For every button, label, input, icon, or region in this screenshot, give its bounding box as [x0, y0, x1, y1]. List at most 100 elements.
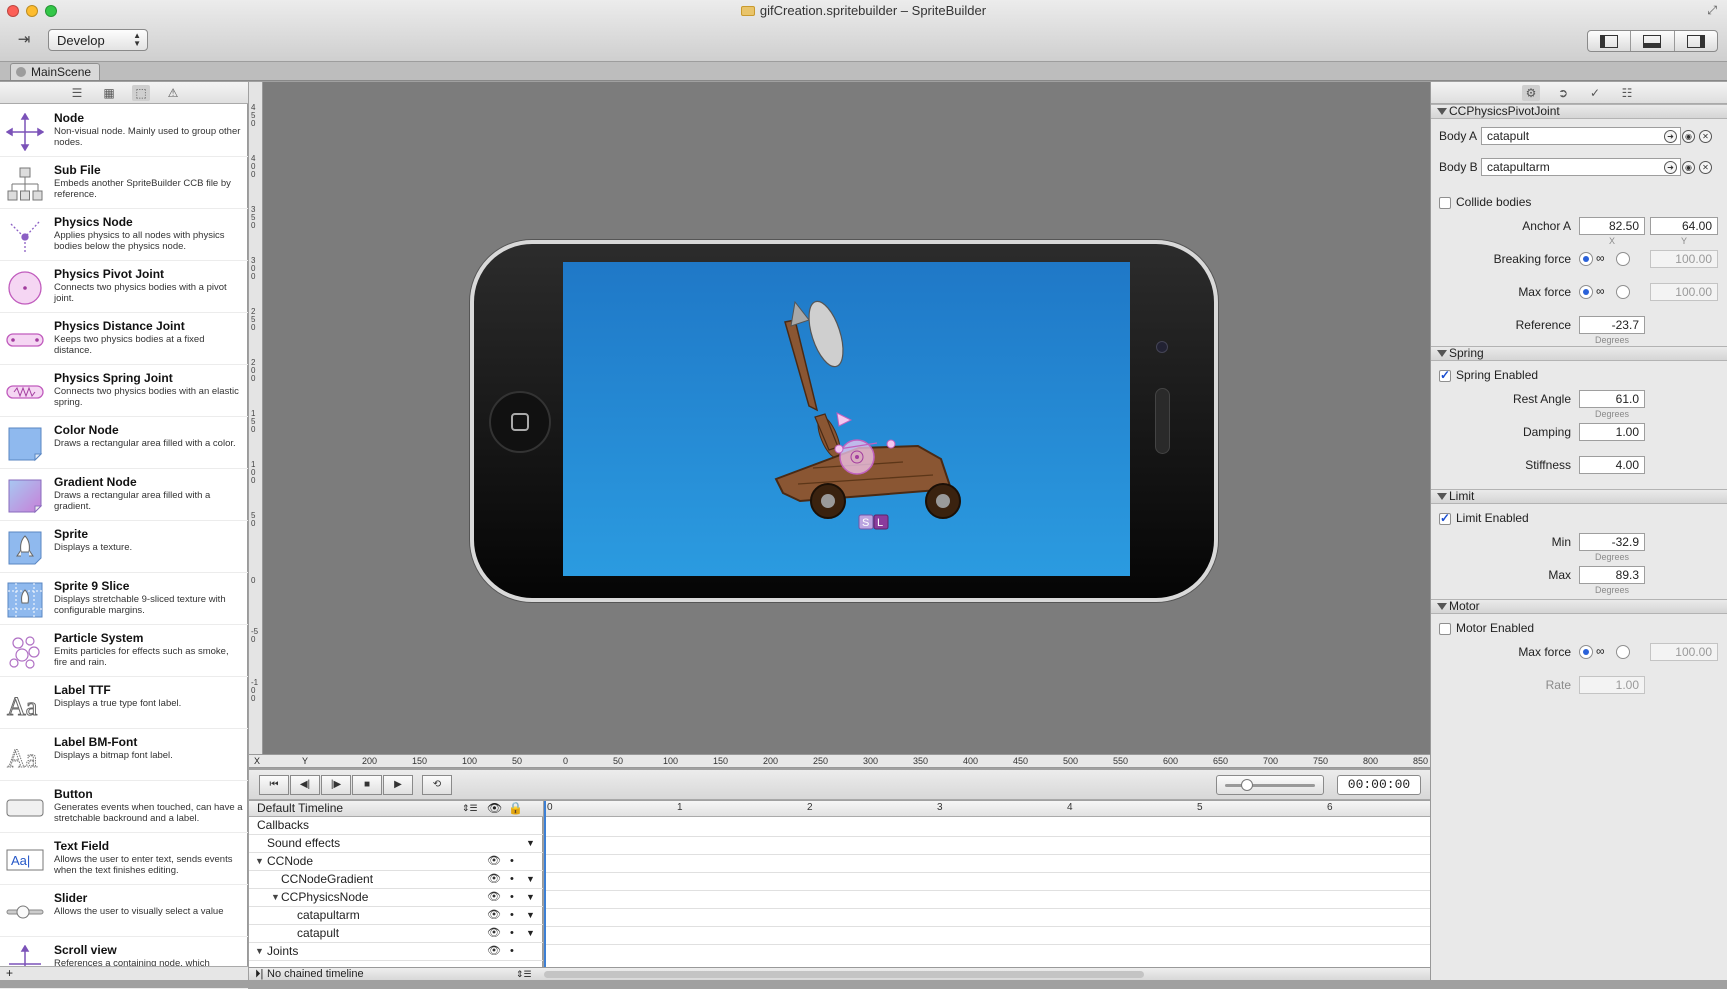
tab-resources[interactable]: ☰ — [68, 85, 86, 101]
clear-icon[interactable]: ✕ — [1699, 130, 1712, 143]
scene-sprites[interactable]: S L — [563, 262, 1130, 576]
play-button[interactable]: ▶ — [383, 775, 413, 795]
mode-select[interactable]: Develop ▲ ▼ — [48, 29, 148, 51]
lock-dot-icon[interactable]: • — [510, 889, 514, 906]
visibility-eye-icon[interactable]: 👁 — [487, 889, 501, 906]
dropdown-icon[interactable]: ▼ — [526, 907, 535, 924]
dropdown-icon[interactable]: ▼ — [526, 871, 535, 888]
exit-arrow-icon[interactable]: ⇥ — [8, 29, 40, 51]
library-item-node[interactable]: Node Non-visual node. Mainly used to gro… — [0, 105, 248, 157]
library-item-slider[interactable]: Slider Allows the user to visually selec… — [0, 885, 248, 937]
section-header-spring[interactable]: Spring — [1431, 346, 1727, 361]
joint-badges[interactable]: S L — [858, 514, 889, 530]
anchor-y-field[interactable]: 64.00 — [1650, 217, 1718, 235]
section-header-limit[interactable]: Limit — [1431, 489, 1727, 504]
disclosure-icon[interactable]: ▼ — [255, 853, 264, 870]
limit-min-field[interactable]: -32.9 — [1579, 533, 1645, 551]
library-item-label-ttf[interactable]: Aa Label TTF Displays a true type font l… — [0, 677, 248, 729]
section-header-pivot-joint[interactable]: CCPhysicsPivotJoint — [1431, 104, 1727, 119]
library-item-label-bmfont[interactable]: Aa Label BM-Font Displays a bitmap font … — [0, 729, 248, 781]
motor-rate-field[interactable]: 1.00 — [1579, 676, 1645, 694]
library-item-physics-pivot-joint[interactable]: Physics Pivot Joint Connects two physics… — [0, 261, 248, 313]
add-item-button[interactable]: + — [0, 966, 248, 980]
damping-field[interactable]: 1.00 — [1579, 423, 1645, 441]
library-item-sub-file[interactable]: Sub File Embeds another SpriteBuilder CC… — [0, 157, 248, 209]
go-arrow-icon[interactable]: ➜ — [1664, 161, 1677, 174]
timeline-row-callbacks[interactable]: Callbacks — [249, 817, 543, 835]
library-item-scroll-view[interactable]: Scroll view References a containing node… — [0, 937, 248, 989]
disclosure-icon[interactable]: ▼ — [255, 943, 264, 960]
playhead[interactable] — [544, 801, 546, 967]
visibility-eye-icon[interactable]: 👁 — [487, 853, 501, 870]
timeline-selector[interactable]: Default Timeline ⇕☰ 👁 🔒 — [249, 801, 543, 817]
tab-properties[interactable]: ⚙ — [1522, 85, 1540, 101]
maxforce-infinite-radio[interactable] — [1579, 285, 1593, 299]
clear-icon[interactable]: ✕ — [1699, 161, 1712, 174]
toggle-bottom-panel-button[interactable] — [1631, 31, 1675, 51]
visibility-eye-icon[interactable]: 👁 — [487, 907, 501, 924]
rest-angle-field[interactable]: 61.0 — [1579, 390, 1645, 408]
anchor-x-field[interactable]: 82.50 — [1579, 217, 1645, 235]
timeline-zoom-slider[interactable] — [1216, 775, 1324, 795]
library-item-color-node[interactable]: Color Node Draws a rectangular area fill… — [0, 417, 248, 469]
tab-warnings[interactable]: ⚠ — [164, 85, 182, 101]
breaking-value-radio[interactable] — [1616, 252, 1630, 266]
body-b-field[interactable]: catapultarm — [1481, 158, 1681, 176]
library-item-text-field[interactable]: Aa| Text Field Allows the user to enter … — [0, 833, 248, 885]
skip-to-start-button[interactable]: ⏮ — [259, 775, 289, 795]
library-item-physics-spring-joint[interactable]: Physics Spring Joint Connects two physic… — [0, 365, 248, 417]
timeline-row-joints[interactable]: ▼ Joints 👁 • — [249, 943, 543, 961]
motor-enabled-checkbox[interactable] — [1439, 623, 1451, 635]
body-a-field[interactable]: catapult — [1481, 127, 1681, 145]
step-forward-button[interactable]: |▶ — [321, 775, 351, 795]
stop-button[interactable]: ■ — [352, 775, 382, 795]
loop-button[interactable]: ⟲ — [422, 775, 452, 795]
lock-dot-icon[interactable]: • — [510, 925, 514, 942]
close-tab-icon[interactable] — [16, 67, 26, 77]
timeline-row-ccnodegradient[interactable]: CCNodeGradient 👁 • ▼ — [249, 871, 543, 889]
visibility-eye-icon[interactable]: 👁 — [487, 943, 501, 960]
time-display[interactable]: 00:00:00 — [1337, 775, 1421, 795]
timeline-row-ccnode[interactable]: ▼ CCNode 👁 • — [249, 853, 543, 871]
library-item-physics-distance-joint[interactable]: Physics Distance Joint Keeps two physics… — [0, 313, 248, 365]
library-item-sprite-9-slice[interactable]: Sprite 9 Slice Displays stretchable 9-sl… — [0, 573, 248, 625]
target-icon[interactable]: ◉ — [1682, 161, 1695, 174]
stiffness-field[interactable]: 4.00 — [1579, 456, 1645, 474]
visibility-eye-icon[interactable]: 👁 — [487, 925, 501, 942]
timeline-ruler[interactable]: 0 1 2 3 4 5 6 — [544, 801, 1430, 817]
tab-templates[interactable]: ☷ — [1618, 85, 1636, 101]
maxforce-value-radio[interactable] — [1616, 285, 1630, 299]
tab-mainscene[interactable]: MainScene — [10, 63, 101, 80]
reference-field[interactable]: -23.7 — [1579, 316, 1645, 334]
library-item-gradient-node[interactable]: Gradient Node Draws a rectangular area f… — [0, 469, 248, 521]
chained-timeline-select[interactable]: No chained timeline — [267, 968, 364, 980]
lock-dot-icon[interactable]: • — [510, 871, 514, 888]
library-item-physics-node[interactable]: Physics Node Applies physics to all node… — [0, 209, 248, 261]
tab-code-connections[interactable]: ➲ — [1554, 85, 1572, 101]
timeline-row-catapult[interactable]: catapult 👁 • ▼ — [249, 925, 543, 943]
timeline-row-catapultarm[interactable]: catapultarm 👁 • ▼ — [249, 907, 543, 925]
dropdown-icon[interactable]: ▼ — [526, 925, 535, 942]
timeline-row-sound-effects[interactable]: Sound effects ▼ — [249, 835, 543, 853]
dropdown-icon[interactable]: ▼ — [526, 889, 535, 906]
breaking-infinite-radio[interactable] — [1579, 252, 1593, 266]
timeline-tracks[interactable]: 0 1 2 3 4 5 6 — [544, 801, 1430, 967]
lock-dot-icon[interactable]: • — [510, 907, 514, 924]
toggle-right-panel-button[interactable] — [1675, 31, 1717, 51]
max-force-field[interactable]: 100.00 — [1650, 283, 1718, 301]
lock-dot-icon[interactable]: • — [510, 943, 514, 960]
slider-knob[interactable] — [1241, 779, 1253, 791]
visibility-eye-icon[interactable]: 👁 — [487, 871, 501, 888]
disclosure-icon[interactable]: ▼ — [271, 889, 280, 906]
fullscreen-icon[interactable]: ⤢ — [1707, 3, 1717, 18]
tab-node-library[interactable]: ⬚ — [132, 85, 150, 101]
motor-maxforce-value-radio[interactable] — [1616, 645, 1630, 659]
breaking-force-field[interactable]: 100.00 — [1650, 250, 1718, 268]
tab-physics[interactable]: ✓ — [1586, 85, 1604, 101]
tab-components[interactable]: ▦ — [100, 85, 118, 101]
motor-maxforce-infinite-radio[interactable] — [1579, 645, 1593, 659]
go-arrow-icon[interactable]: ➜ — [1664, 130, 1677, 143]
library-item-button[interactable]: Button Generates events when touched, ca… — [0, 781, 248, 833]
spring-enabled-checkbox[interactable] — [1439, 368, 1451, 382]
catapult-arm-sprite[interactable] — [784, 297, 850, 460]
